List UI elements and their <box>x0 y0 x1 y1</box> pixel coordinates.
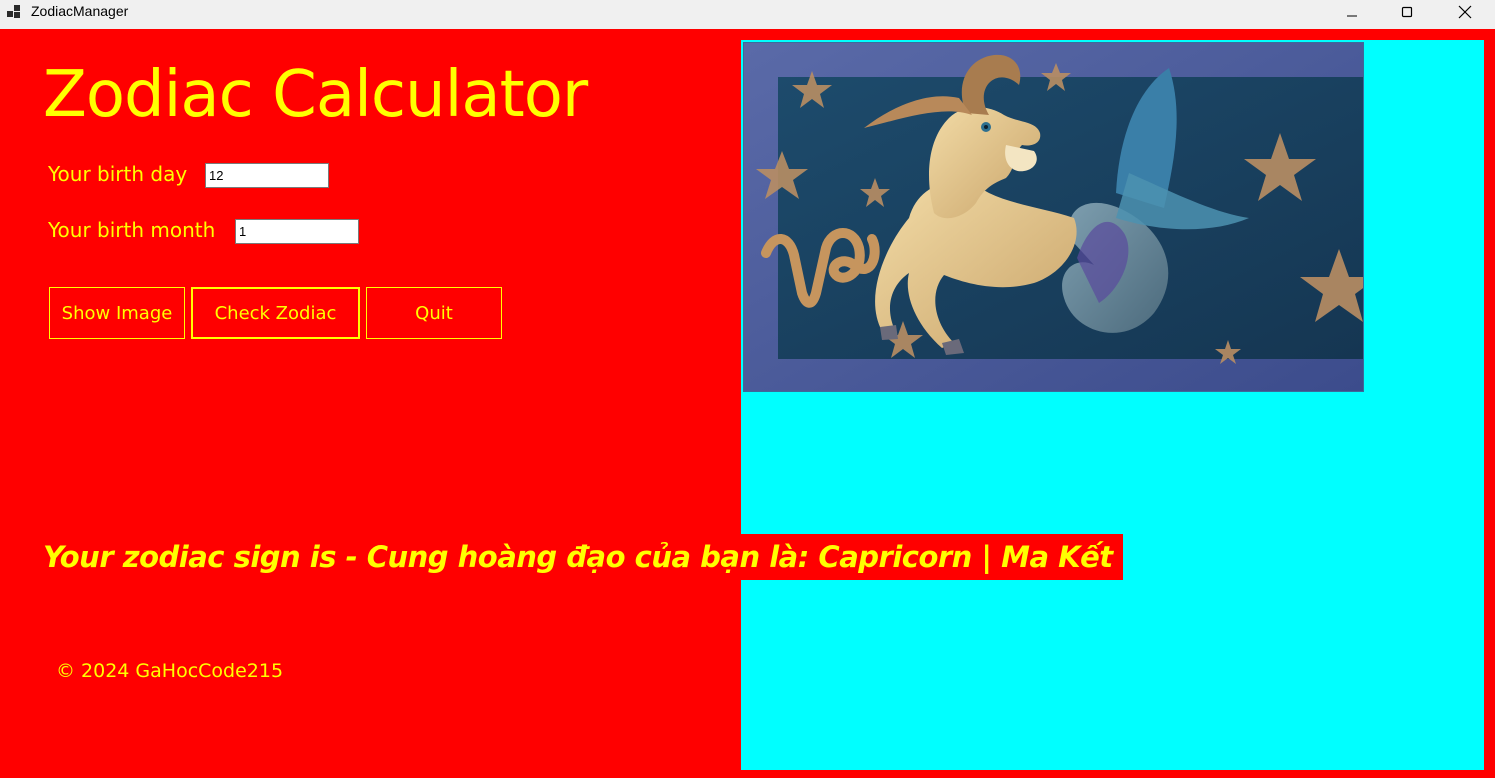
close-button[interactable] <box>1438 0 1492 24</box>
copyright-label: © 2024 GaHocCode215 <box>56 660 284 682</box>
minimize-icon <box>1347 15 1357 17</box>
app-icon <box>7 5 21 19</box>
window-title: ZodiacManager <box>31 3 129 19</box>
zodiac-image <box>743 42 1364 392</box>
form-client-area: Zodiac Calculator Your birth day Your bi… <box>0 29 1495 778</box>
check-zodiac-button[interactable]: Check Zodiac <box>191 287 360 339</box>
birth-month-label: Your birth month <box>48 218 216 242</box>
quit-button[interactable]: Quit <box>366 287 502 339</box>
birth-day-input[interactable] <box>205 163 329 188</box>
maximize-button[interactable] <box>1380 0 1434 24</box>
maximize-icon <box>1401 6 1413 18</box>
close-icon <box>1458 5 1472 19</box>
minimize-button[interactable] <box>1325 0 1379 24</box>
title-bar: ZodiacManager <box>0 0 1495 29</box>
birth-month-input[interactable] <box>235 219 359 244</box>
page-title: Zodiac Calculator <box>43 58 588 132</box>
birth-day-label: Your birth day <box>48 162 188 186</box>
show-image-button[interactable]: Show Image <box>49 287 185 339</box>
zodiac-result-label: Your zodiac sign is - Cung hoàng đạo của… <box>41 534 1123 580</box>
capricorn-illustration <box>744 43 1363 391</box>
